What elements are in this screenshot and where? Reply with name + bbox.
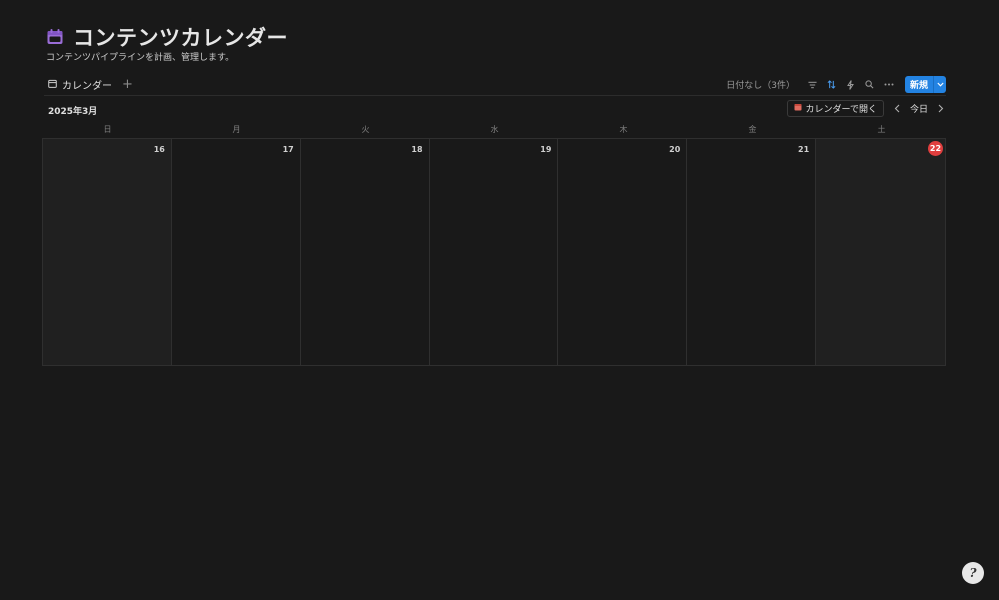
tab-label: カレンダー	[62, 81, 112, 92]
today-button[interactable]: 今日	[910, 102, 928, 115]
day-cell-today[interactable]: 22	[816, 139, 945, 365]
tab-calendar-view[interactable]: カレンダー	[44, 77, 116, 92]
chevron-left-icon[interactable]	[892, 104, 902, 114]
calendar-small-icon	[48, 79, 57, 91]
month-label: 2025年3月	[48, 107, 98, 117]
title-row: コンテンツカレンダー	[45, 22, 288, 52]
chevron-right-icon[interactable]	[936, 104, 946, 114]
open-in-calendar-button[interactable]: カレンダーで開く	[786, 100, 884, 117]
weekday-label: 水	[490, 125, 499, 134]
weekday-label: 木	[619, 125, 628, 134]
day-cell[interactable]: 21	[687, 139, 817, 365]
day-number: 20	[669, 145, 681, 154]
day-number: 21	[798, 145, 810, 154]
day-cell[interactable]: 16	[43, 139, 172, 365]
no-date-button[interactable]: 日付なし（3件）	[726, 78, 795, 91]
new-button[interactable]: 新規	[904, 76, 946, 93]
weekday-header: 日 月 火 水 木 金 土	[43, 122, 946, 138]
help-icon: ?	[969, 566, 977, 580]
filter-icon[interactable]	[808, 80, 818, 90]
page-description[interactable]: コンテンツパイプラインを計画、管理します。	[46, 50, 234, 63]
day-number: 16	[153, 145, 165, 154]
day-number: 17	[282, 145, 294, 154]
help-button[interactable]: ?	[962, 562, 984, 584]
page-title[interactable]: コンテンツカレンダー	[73, 22, 288, 52]
view-bar: カレンダー + 日付なし（3件） 新規	[44, 74, 946, 96]
open-in-calendar-label: カレンダーで開く	[805, 105, 877, 115]
page: コンテンツカレンダー コンテンツパイプラインを計画、管理します。 カレンダー +…	[0, 0, 999, 600]
day-cell[interactable]: 17	[171, 139, 301, 365]
chevron-down-icon[interactable]	[933, 76, 946, 93]
day-number: 19	[540, 145, 552, 154]
weekday-label: 日	[103, 125, 112, 134]
weekday-label: 土	[877, 125, 886, 134]
calendar-icon[interactable]	[45, 27, 65, 47]
weekday-label: 火	[361, 125, 370, 134]
day-cell[interactable]: 18	[300, 139, 430, 365]
day-number: 18	[411, 145, 423, 154]
sort-icon[interactable]	[827, 80, 837, 90]
automation-icon[interactable]	[846, 79, 856, 90]
calendar-app-icon	[794, 103, 802, 114]
toolbar: 日付なし（3件） 新規	[726, 76, 946, 93]
add-view-button[interactable]: +	[122, 78, 133, 91]
day-cell[interactable]: 20	[558, 139, 688, 365]
calendar-nav: カレンダーで開く 今日	[786, 100, 946, 117]
weekday-label: 金	[748, 125, 757, 134]
search-icon[interactable]	[865, 80, 875, 90]
today-badge: 22	[928, 141, 943, 156]
more-icon[interactable]	[884, 80, 894, 90]
weekday-label: 月	[232, 125, 241, 134]
calendar-grid: 16 17 18 19 20 21 22	[42, 138, 946, 366]
day-cell[interactable]: 19	[429, 139, 559, 365]
new-button-label: 新規	[909, 81, 928, 91]
